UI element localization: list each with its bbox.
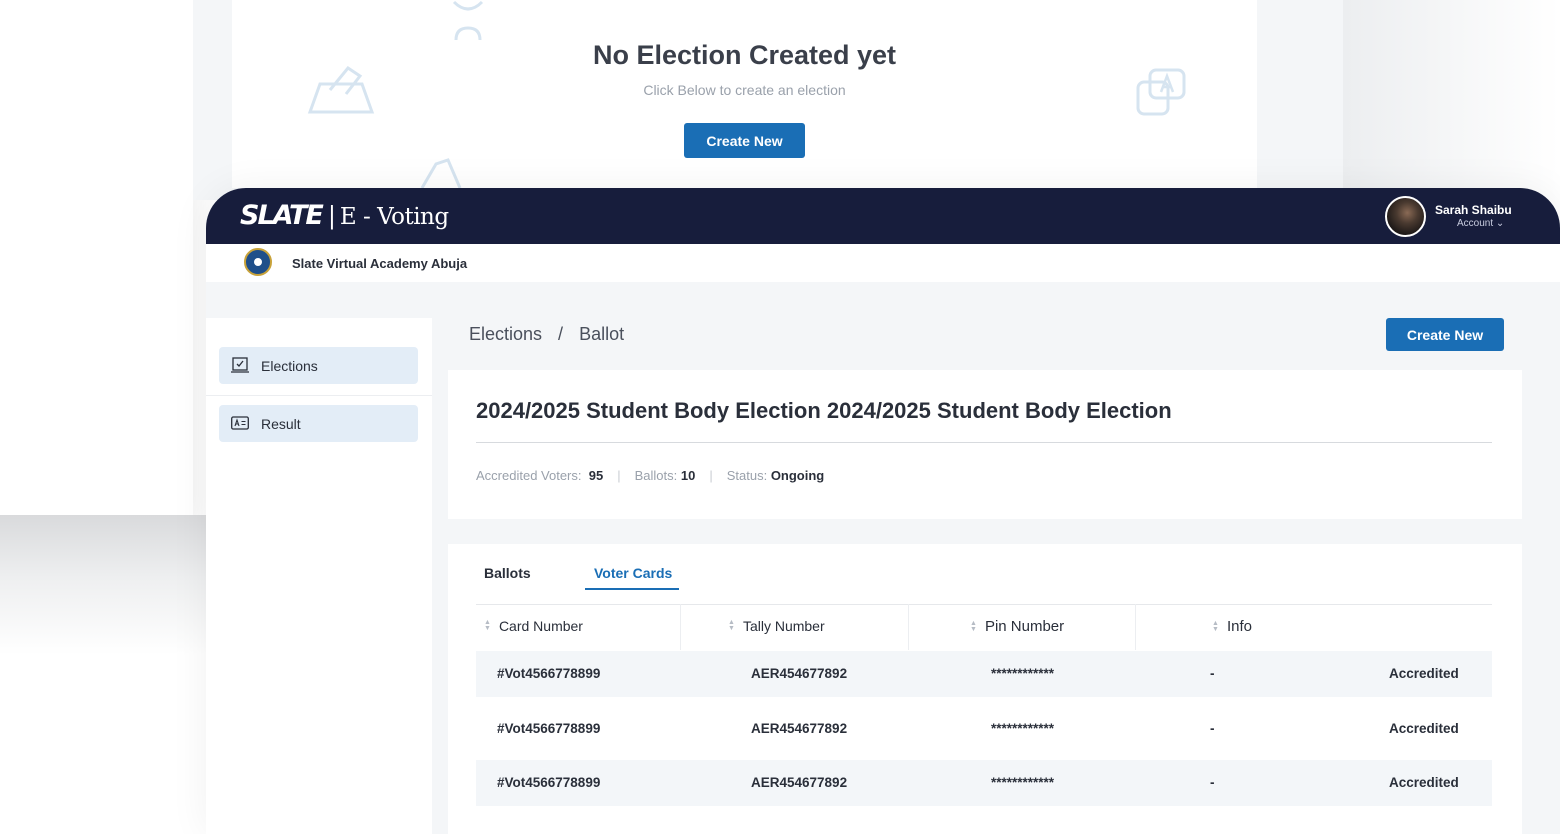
card-number-cell: #Vot4566778899 [497, 721, 601, 736]
divider [476, 442, 1492, 443]
sidebar-item-label: Elections [261, 358, 318, 374]
column-header-label: Tally Number [742, 618, 825, 634]
table-row[interactable]: #Vot4566778899 AER454677892 ************… [476, 706, 1492, 752]
column-header-info[interactable]: ▲ ▼ Info [1212, 618, 1252, 635]
info-cell: - [1210, 666, 1215, 681]
sidebar-divider [206, 395, 432, 396]
person-outline-icon [452, 0, 484, 41]
column-divider [1135, 604, 1136, 650]
sidebar: Elections Result [206, 318, 432, 834]
column-header-card-number[interactable]: ▲ ▼ Card Number [484, 618, 583, 634]
id-card-icon [231, 416, 249, 430]
table-row[interactable]: #Vot4566778899 AER454677892 ************… [476, 651, 1492, 697]
pin-number-cell: ************ [991, 666, 1055, 681]
create-new-button[interactable]: Create New [684, 123, 805, 158]
tab-ballots[interactable]: Ballots [484, 565, 531, 581]
status-cell: Accredited [1389, 775, 1459, 790]
sidebar-item-elections[interactable]: Elections [219, 347, 418, 384]
stat-divider: | [617, 468, 621, 483]
card-number-cell: #Vot4566778899 [497, 666, 601, 681]
table-row[interactable]: #Vot4566778899 AER454677892 ************… [476, 760, 1492, 806]
brand-separator: | [327, 202, 336, 230]
divider [476, 604, 1492, 605]
info-cell: - [1210, 775, 1215, 790]
breadcrumb: Elections / Ballot [469, 324, 624, 345]
user-name[interactable]: Sarah Shaibu [1435, 203, 1512, 217]
column-divider [680, 604, 681, 650]
account-dropdown[interactable]: Account ⌄ [1457, 218, 1504, 229]
column-header-label: Pin Number [984, 618, 1065, 635]
empty-state-card: No Election Created yet Click Below to c… [232, 0, 1257, 188]
school-logo [244, 248, 272, 276]
empty-state-subtitle: Click Below to create an election [643, 82, 846, 98]
tally-number-cell: AER454677892 [751, 666, 848, 681]
column-divider [908, 604, 909, 650]
sort-icon: ▲ ▼ [1212, 619, 1219, 633]
app-window: SLATE | E - Voting Sarah Shaibu Account … [206, 188, 1560, 834]
ballot-paper-icon [420, 158, 462, 188]
background-fade [1343, 0, 1560, 200]
background-panel [0, 0, 193, 515]
create-new-button[interactable]: Create New [1386, 318, 1504, 351]
avatar[interactable] [1385, 196, 1426, 237]
tally-number-cell: AER454677892 [751, 721, 848, 736]
tab-voter-cards[interactable]: Voter Cards [594, 565, 672, 581]
background-shadow [0, 515, 210, 655]
status-cell: Accredited [1389, 721, 1459, 736]
ballots-label: Ballots: [634, 468, 678, 483]
top-navbar: SLATE | E - Voting Sarah Shaibu Account … [206, 188, 1560, 244]
status-badge: Ongoing [770, 468, 825, 483]
brand-name: SLATE [240, 200, 324, 231]
column-header-pin-number[interactable]: ▲ ▼ Pin Number [970, 618, 1064, 635]
breadcrumb-elections-link[interactable]: Elections [469, 324, 542, 344]
school-bar: Slate Virtual Academy Abuja [206, 244, 1560, 282]
stat-divider: | [709, 468, 713, 483]
ballot-box-icon [231, 357, 249, 373]
empty-state-title: No Election Created yet [592, 40, 897, 70]
status-label: Status: [726, 468, 768, 483]
breadcrumb-separator: / [558, 324, 564, 344]
voter-cards-panel: Ballots Voter Cards ▲ ▼ Card Number ▲ ▼ Ta… [448, 544, 1522, 834]
election-stats: Accredited Voters: 95 | Ballots: 10 | St… [476, 468, 824, 483]
school-name: Slate Virtual Academy Abuja [292, 256, 468, 271]
active-tab-indicator [585, 588, 679, 590]
sort-icon: ▲ ▼ [484, 619, 491, 632]
accredited-voters-label: Accredited Voters: [476, 468, 582, 483]
pin-number-cell: ************ [991, 721, 1055, 736]
sort-icon: ▲ ▼ [970, 619, 977, 633]
pin-number-cell: ************ [991, 775, 1055, 790]
tally-number-cell: AER454677892 [751, 775, 848, 790]
election-summary-card: 2024/2025 Student Body Election 2024/202… [448, 370, 1522, 519]
column-header-label: Card Number [498, 618, 583, 634]
accredited-voters-value: 95 [588, 468, 604, 483]
column-header-tally-number[interactable]: ▲ ▼ Tally Number [728, 618, 825, 634]
product-name: E - Voting [339, 204, 449, 230]
sort-icon: ▲ ▼ [728, 619, 735, 632]
page-title: 2024/2025 Student Body Election 2024/202… [476, 398, 1172, 423]
sidebar-item-label: Result [261, 416, 301, 432]
ballots-value: 10 [680, 468, 696, 483]
sidebar-item-result[interactable]: Result [219, 405, 418, 442]
app-logo[interactable]: SLATE | E - Voting [240, 200, 449, 231]
info-cell: - [1210, 721, 1215, 736]
card-number-cell: #Vot4566778899 [497, 775, 601, 790]
breadcrumb-current: Ballot [579, 324, 625, 344]
column-header-label: Info [1226, 618, 1252, 635]
status-cell: Accredited [1389, 666, 1459, 681]
